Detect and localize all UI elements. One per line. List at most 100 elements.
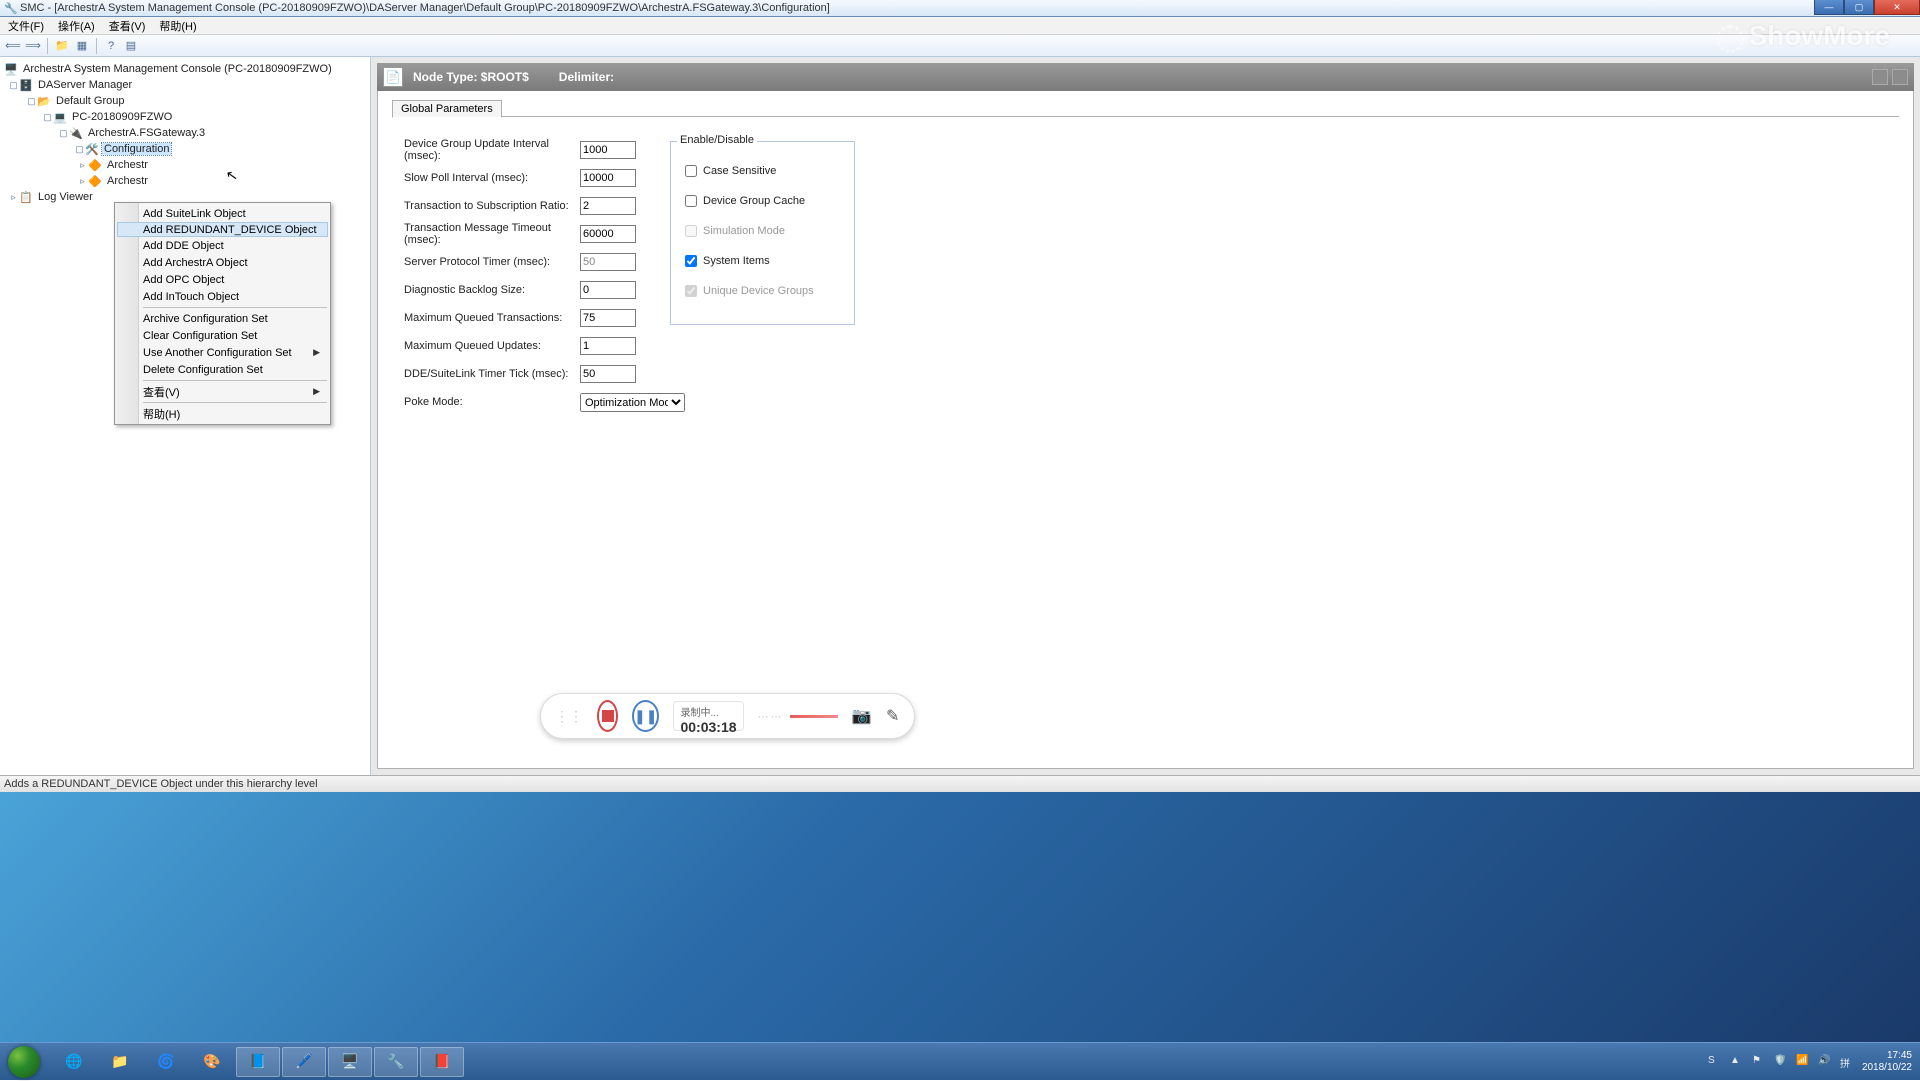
annotate-icon[interactable]: ✎ <box>885 704 900 728</box>
lbl-mqu: Maximum Queued Updates: <box>404 337 574 355</box>
tree-daserver[interactable]: DAServer Manager <box>36 79 134 91</box>
tree-pc[interactable]: PC-20180909FZWO <box>70 111 174 123</box>
ctx-add-dde[interactable]: Add DDE Object <box>117 237 328 254</box>
node-icon: 🔶 <box>88 174 102 188</box>
nodetype-label: Node Type: <box>413 70 481 84</box>
chk-system-items[interactable] <box>685 255 697 267</box>
tray-icon[interactable]: S <box>1708 1055 1722 1069</box>
header-btn-2[interactable] <box>1892 69 1908 85</box>
pause-record-button[interactable]: ❚❚ <box>632 700 659 732</box>
lbl-sys: System Items <box>703 255 770 267</box>
input-dbl[interactable] <box>580 281 636 299</box>
tree-fsgw[interactable]: ArchestrA.FSGateway.3 <box>86 127 207 139</box>
recorder-status: 录制中... <box>680 704 736 719</box>
properties-button[interactable]: ▦ <box>73 37 91 55</box>
expand-icon[interactable]: ▢ <box>42 112 53 123</box>
menu-action[interactable]: 操作(A) <box>54 17 99 35</box>
screen-recorder-bar[interactable]: ⋮⋮ ❚❚ 录制中... 00:03:18 ⋯⋯ 📷 ✎ <box>540 693 915 739</box>
ctx-add-redundant-device[interactable]: Add REDUNDANT_DEVICE Object <box>117 222 328 237</box>
export-button[interactable]: ▤ <box>122 37 140 55</box>
up-button[interactable]: 📁 <box>53 37 71 55</box>
lbl-uniq: Unique Device Groups <box>703 285 814 297</box>
context-menu-separator <box>143 307 327 308</box>
taskbar-app3[interactable]: 📘 <box>236 1047 280 1077</box>
minimize-button[interactable]: — <box>1814 0 1844 15</box>
taskbar-app4[interactable]: 🖊️ <box>282 1047 326 1077</box>
taskbar-app5[interactable]: 🖥️ <box>328 1047 372 1077</box>
taskbar-app2[interactable]: 🎨 <box>190 1047 234 1077</box>
recorder-drag-handle[interactable]: ⋮⋮ <box>555 708 583 725</box>
tray-lang-icon[interactable]: 拼 <box>1840 1055 1854 1069</box>
ctx-clear-config[interactable]: Clear Configuration Set <box>117 327 328 344</box>
tree-defgroup[interactable]: Default Group <box>54 95 126 107</box>
main-area: 🖥️ArchestrA System Management Console (P… <box>0 57 1920 775</box>
stop-record-button[interactable] <box>597 700 618 732</box>
expand-icon[interactable]: ▢ <box>58 128 69 139</box>
chk-device-cache[interactable] <box>685 195 697 207</box>
ctx-view[interactable]: 查看(V)▶ <box>117 383 328 400</box>
tray-flag-icon[interactable]: ⚑ <box>1752 1055 1766 1069</box>
ctx-add-opc[interactable]: Add OPC Object <box>117 271 328 288</box>
expand-icon[interactable]: ▹ <box>8 192 19 203</box>
input-mqt[interactable] <box>580 309 636 327</box>
tree-config[interactable]: Configuration <box>102 143 171 155</box>
lbl-dbl: Diagnostic Backlog Size: <box>404 281 574 299</box>
ctx-delete-config[interactable]: Delete Configuration Set <box>117 361 328 378</box>
webcam-icon[interactable]: 📷 <box>852 704 872 728</box>
tree-arch2[interactable]: Archestr <box>105 175 150 187</box>
taskbar-explorer[interactable]: 📁 <box>98 1047 142 1077</box>
maximize-button[interactable]: ▢ <box>1844 0 1874 15</box>
expand-icon[interactable]: ▢ <box>8 80 19 91</box>
input-tmt[interactable] <box>580 225 636 243</box>
input-mqu[interactable] <box>580 337 636 355</box>
ctx-add-intouch[interactable]: Add InTouch Object <box>117 288 328 305</box>
lbl-slow-poll: Slow Poll Interval (msec): <box>404 169 574 187</box>
help-button[interactable]: ? <box>102 37 120 55</box>
expand-icon[interactable]: ▹ <box>77 176 88 187</box>
nav-tree[interactable]: 🖥️ArchestrA System Management Console (P… <box>0 61 370 205</box>
folder-icon: 📂 <box>37 94 51 108</box>
desktop-background <box>0 792 1920 1042</box>
input-dde[interactable] <box>580 365 636 383</box>
ctx-add-suitelink[interactable]: Add SuiteLink Object <box>117 205 328 222</box>
tab-global-parameters[interactable]: Global Parameters <box>392 100 502 118</box>
header-btn-1[interactable] <box>1872 69 1888 85</box>
input-t2s[interactable] <box>580 197 636 215</box>
ctx-help[interactable]: 帮助(H) <box>117 405 328 422</box>
taskbar-app7[interactable]: 📕 <box>420 1047 464 1077</box>
submenu-arrow-icon: ▶ <box>313 347 320 358</box>
expand-icon[interactable]: ▢ <box>74 144 85 155</box>
ctx-archive-config[interactable]: Archive Configuration Set <box>117 310 328 327</box>
input-slow-poll[interactable] <box>580 169 636 187</box>
menu-view[interactable]: 查看(V) <box>105 17 150 35</box>
gateway-icon: 🔌 <box>69 126 83 140</box>
tree-logviewer[interactable]: Log Viewer <box>36 191 95 203</box>
tray-network-icon[interactable]: 📶 <box>1796 1055 1810 1069</box>
back-button[interactable]: ⟸ <box>4 37 22 55</box>
tray-up-icon[interactable]: ▲ <box>1730 1055 1744 1069</box>
expand-icon[interactable]: ▹ <box>77 160 88 171</box>
taskbar-smc[interactable]: 🔧 <box>374 1047 418 1077</box>
header-buttons <box>1872 69 1908 85</box>
taskbar-chrome[interactable]: 🌐 <box>52 1047 96 1077</box>
tree-root[interactable]: ArchestrA System Management Console (PC-… <box>21 63 334 75</box>
tree-arch1[interactable]: Archestr <box>105 159 150 171</box>
ctx-use-another-config[interactable]: Use Another Configuration Set▶ <box>117 344 328 361</box>
expand-icon[interactable]: ▢ <box>26 96 37 107</box>
taskbar-app1[interactable]: 🌀 <box>144 1047 188 1077</box>
taskbar-clock[interactable]: 17:45 2018/10/22 <box>1862 1050 1912 1074</box>
start-button[interactable] <box>0 1043 48 1081</box>
status-bar: Adds a REDUNDANT_DEVICE Object under thi… <box>0 775 1920 792</box>
ctx-add-archestra[interactable]: Add ArchestrA Object <box>117 254 328 271</box>
enable-legend: Enable/Disable <box>677 134 757 146</box>
app-icon: 🔧 <box>4 2 16 14</box>
input-update-interval[interactable] <box>580 141 636 159</box>
menu-file[interactable]: 文件(F) <box>4 17 48 35</box>
chk-case-sensitive[interactable] <box>685 165 697 177</box>
tray-volume-icon[interactable]: 🔊 <box>1818 1055 1832 1069</box>
forward-button[interactable]: ⟹ <box>24 37 42 55</box>
close-button[interactable]: ✕ <box>1874 0 1920 15</box>
nodetype-value: $ROOT$ <box>481 70 529 84</box>
menu-help[interactable]: 帮助(H) <box>155 17 200 35</box>
tray-shield-icon[interactable]: 🛡️ <box>1774 1055 1788 1069</box>
